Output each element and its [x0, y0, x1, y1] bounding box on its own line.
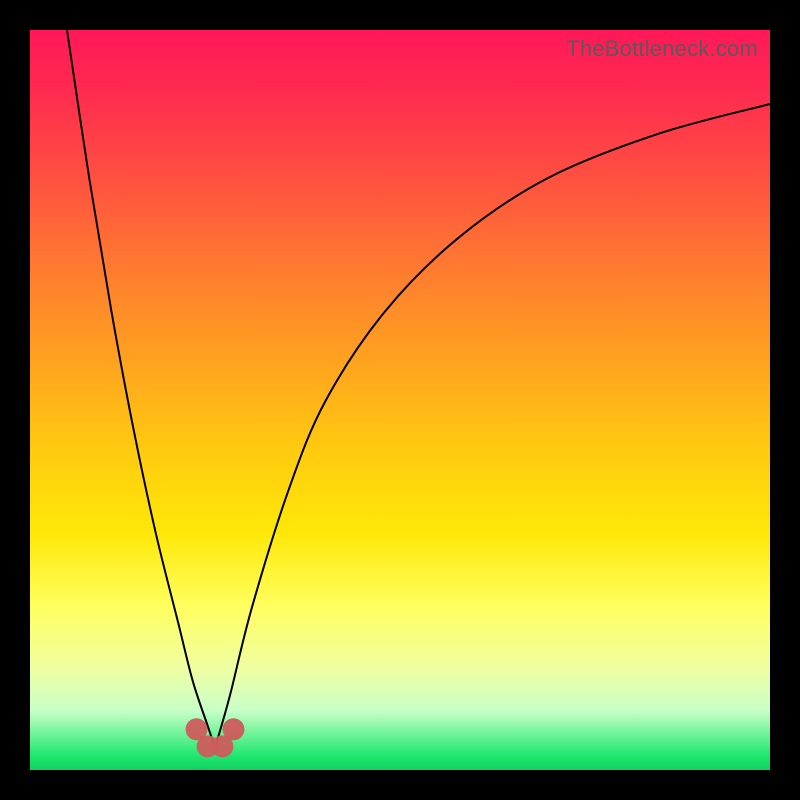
trough-marker	[223, 718, 245, 740]
plot-area: TheBottleneck.com	[30, 30, 770, 770]
curve-right	[215, 104, 770, 748]
trough-markers	[186, 718, 245, 757]
curve-left	[67, 30, 215, 748]
chart-frame: TheBottleneck.com	[0, 0, 800, 800]
chart-svg	[30, 30, 770, 770]
